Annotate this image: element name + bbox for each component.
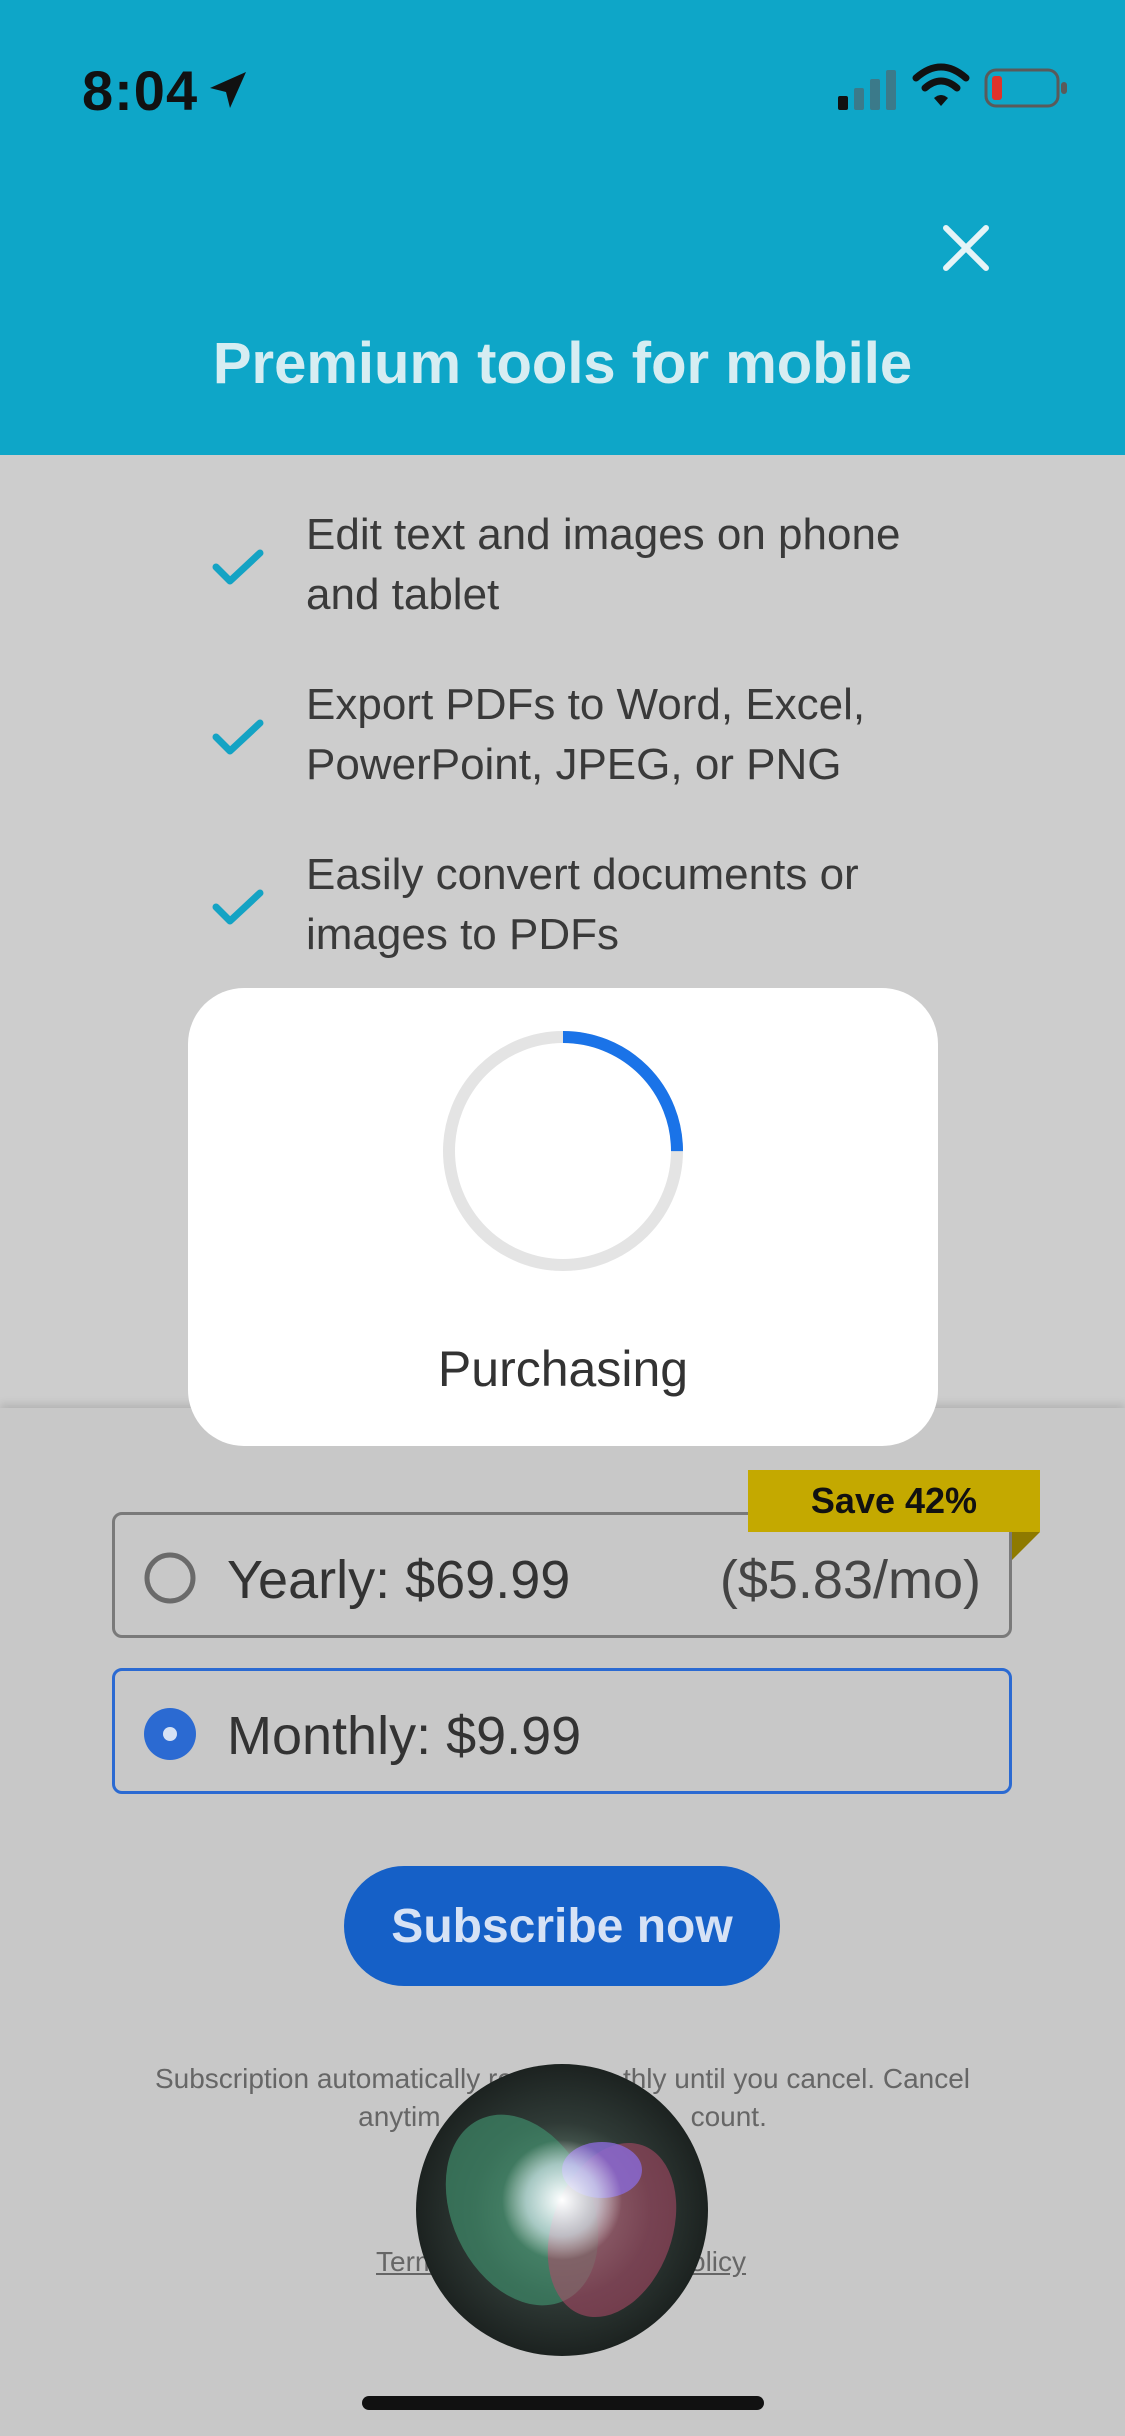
radio-unselected-icon[interactable] xyxy=(143,1551,197,1605)
feature-text-line: Edit text and images on phone xyxy=(306,510,901,559)
status-time: 8:04 xyxy=(82,59,199,122)
badge-fold xyxy=(1012,1532,1040,1560)
purchasing-label: Purchasing xyxy=(437,1341,689,1397)
save-badge: Save 42% xyxy=(748,1470,1040,1532)
page-title: Premium tools for mobile xyxy=(212,331,913,396)
wifi-icon xyxy=(912,63,970,106)
purchasing-dialog: Purchasing xyxy=(188,988,938,1446)
monthly-plan-label: Monthly: $9.99 xyxy=(227,1706,582,1766)
checkmark-icon xyxy=(212,549,264,585)
monthly-plan-option[interactable]: Monthly: $9.99 xyxy=(112,1668,1012,1794)
loading-spinner-icon xyxy=(443,1031,683,1271)
feature-text-line: Easily convert documents or xyxy=(306,850,859,899)
location-arrow-icon xyxy=(210,72,246,108)
radio-selected-icon[interactable] xyxy=(143,1707,197,1761)
feature-text-line: and tablet xyxy=(306,570,500,619)
feature-text-line: PowerPoint, JPEG, or PNG xyxy=(306,740,842,789)
signal-icon xyxy=(838,70,896,110)
battery-low-icon xyxy=(984,68,1067,108)
yearly-plan-label: Yearly: $69.99 xyxy=(227,1550,571,1610)
checkmark-icon xyxy=(212,889,264,925)
siri-orb-icon[interactable] xyxy=(412,2060,712,2360)
home-indicator[interactable] xyxy=(362,2396,764,2410)
checkmark-icon xyxy=(212,719,264,755)
yearly-per-month: ($5.83/mo) xyxy=(719,1550,981,1610)
header: 8:04 Premium tools for mobile xyxy=(0,0,1125,455)
feature-text-line: Export PDFs to Word, Excel, xyxy=(306,680,866,729)
subscribe-now-button[interactable]: Subscribe now xyxy=(344,1866,780,1986)
feature-text-line: images to PDFs xyxy=(306,910,619,959)
close-icon[interactable] xyxy=(936,218,996,278)
